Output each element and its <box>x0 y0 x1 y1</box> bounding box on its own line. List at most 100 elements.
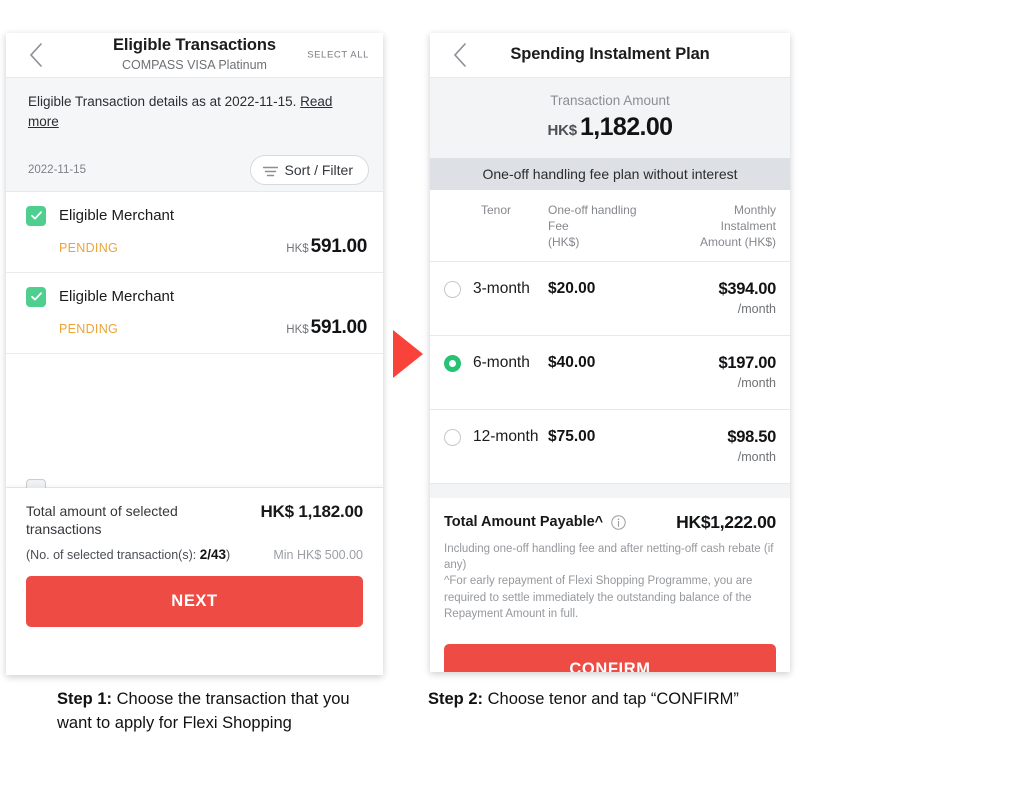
page-title: Spending Instalment Plan <box>510 45 710 64</box>
currency-label: HK$ <box>286 323 309 336</box>
transaction-header: Eligible Merchant <box>26 205 367 226</box>
monthly-header-line-3: Amount (HK$) <box>699 235 776 250</box>
transaction-detail: PENDING HK$ 591.00 <box>26 317 367 339</box>
back-chevron-icon[interactable] <box>452 42 468 68</box>
count-value: 2/43 <box>199 547 226 563</box>
transaction-list: Eligible Merchant PENDING HK$ 591.00 Elig… <box>6 191 383 499</box>
transaction-amount-value: HK$ 1,182.00 <box>430 113 790 142</box>
selected-count: (No. of selected transaction(s): 2/43) <box>26 547 230 562</box>
merchant-name: Eligible Merchant <box>59 207 175 224</box>
phone-step-2: Spending Instalment Plan Transaction Amo… <box>430 33 790 672</box>
fineprint-note-2: ^For early repayment of Flexi Shopping P… <box>444 575 753 620</box>
minimum-amount-note: Min HK$ 500.00 <box>273 548 363 563</box>
tenor-options-table: Tenor One-off handling Fee (HK$) Monthly… <box>430 190 790 484</box>
tenor-radio-6-month[interactable] <box>444 354 461 372</box>
fee-header-line-2: Fee <box>548 219 569 234</box>
tenor-label: 3-month <box>473 279 530 297</box>
status-badge: PENDING <box>59 321 119 336</box>
sort-filter-label: Sort / Filter <box>284 161 353 178</box>
list-sub-bar: 2022-11-15 Sort / Filter <box>6 148 383 192</box>
transaction-amount: HK$ 591.00 <box>286 317 367 339</box>
step2-title-block: Spending Instalment Plan <box>430 45 790 65</box>
summary-total-row: Total amount of selected transactions HK… <box>26 502 363 540</box>
merchant-name: Eligible Merchant <box>59 288 175 305</box>
transaction-detail: PENDING HK$ 591.00 <box>26 236 367 258</box>
step1-action-bar: NEXT <box>6 562 383 646</box>
step-2-caption-text: Choose tenor and tap “CONFIRM” <box>483 690 739 708</box>
selection-summary: Total amount of selected transactions HK… <box>6 487 383 563</box>
fineprint-note-1: Including one-off handling fee and after… <box>444 542 774 571</box>
instalment-amount: $197.00 <box>718 353 776 372</box>
currency-label: HK$ <box>286 242 309 255</box>
fee-header-line-3: (HK$) <box>548 235 580 250</box>
amount-value: 591.00 <box>310 235 368 257</box>
total-payable-row: Total Amount Payable^ HK$1,222.00 <box>444 512 776 533</box>
count-prefix: (No. of selected transaction(s): <box>26 548 200 563</box>
transaction-checkbox[interactable] <box>26 286 46 307</box>
tenor-radio-3-month[interactable] <box>444 280 461 298</box>
summary-total-amount: HK$ 1,182.00 <box>260 501 363 521</box>
instalment-cell: $98.50 /month <box>666 428 776 464</box>
step-2-caption: Step 2: Choose tenor and tap “CONFIRM” <box>428 688 808 712</box>
monthly-header-line-1: Monthly <box>733 203 776 217</box>
handling-fee-value: $75.00 <box>548 427 596 445</box>
step-1-caption-bold: Step 1: <box>57 690 113 708</box>
step-2-caption-bold: Step 2: <box>428 690 484 708</box>
step-arrow-icon <box>393 330 423 378</box>
handling-fee-value: $40.00 <box>548 353 596 371</box>
step1-nav-bar: Eligible Transactions COMPASS VISA Plati… <box>6 33 383 78</box>
table-row[interactable]: Eligible Merchant PENDING HK$ 591.00 <box>6 192 383 273</box>
handling-fee-value: $20.00 <box>548 279 596 297</box>
phone-step-1: Eligible Transactions COMPASS VISA Plati… <box>6 33 383 675</box>
instalment-amount: $394.00 <box>718 279 776 298</box>
select-all-button[interactable]: SELECT ALL <box>307 50 369 61</box>
table-row[interactable]: 6-month $40.00 $197.00 /month <box>430 336 790 410</box>
monthly-header-line-2: Instalment <box>720 219 776 234</box>
step2-action-bar: CONFIRM <box>430 634 790 672</box>
transaction-amount-label: Transaction Amount <box>550 93 670 108</box>
fee-header-line-1: One-off handling <box>548 203 637 217</box>
instalment-period: /month <box>737 301 776 316</box>
eligibility-notice: Eligible Transaction details as at 2022-… <box>6 78 383 149</box>
info-circle-icon[interactable] <box>611 514 626 530</box>
tenor-radio-12-month[interactable] <box>444 428 461 446</box>
summary-count-row: (No. of selected transaction(s): 2/43) M… <box>26 547 363 562</box>
tenor-label: 12-month <box>473 427 539 445</box>
transaction-checkbox[interactable] <box>26 205 46 226</box>
total-payable-amount: HK$1,222.00 <box>676 511 776 532</box>
transaction-header: Eligible Merchant <box>26 286 367 307</box>
filter-lines-icon <box>262 164 278 177</box>
transaction-date-label: 2022-11-15 <box>28 163 86 176</box>
notice-text: Eligible Transaction details as at 2022-… <box>28 94 301 109</box>
table-row[interactable]: 3-month $20.00 $394.00 /month <box>430 262 790 336</box>
sort-filter-button[interactable]: Sort / Filter <box>249 154 369 185</box>
column-header-tenor: Tenor <box>480 203 512 217</box>
total-payable-label: Total Amount Payable^ <box>444 514 604 531</box>
table-header-row: Tenor One-off handling Fee (HK$) Monthly… <box>430 190 790 262</box>
next-button[interactable]: NEXT <box>26 576 363 628</box>
transaction-amount-panel: Transaction Amount HK$ 1,182.00 <box>430 78 790 158</box>
transaction-amount: HK$ 591.00 <box>286 236 367 258</box>
instalment-cell: $394.00 /month <box>666 280 776 316</box>
step-1-caption: Step 1: Choose the transaction that you … <box>57 688 357 736</box>
total-payable-section: Total Amount Payable^ HK$1,222.00 Includ… <box>430 497 790 635</box>
instalment-amount: $98.50 <box>727 427 776 446</box>
confirm-button[interactable]: CONFIRM <box>444 644 776 672</box>
instalment-cell: $197.00 /month <box>666 354 776 390</box>
summary-label: Total amount of selected transactions <box>26 502 178 538</box>
amount-value: 1,182.00 <box>579 113 673 141</box>
table-row[interactable]: Eligible Merchant PENDING HK$ 591.00 <box>6 273 383 354</box>
table-row[interactable]: 12-month $75.00 $98.50 /month <box>430 410 790 484</box>
step2-nav-bar: Spending Instalment Plan <box>430 33 790 78</box>
status-badge: PENDING <box>59 240 119 255</box>
instalment-period: /month <box>737 449 776 464</box>
section-divider <box>430 483 790 498</box>
total-payable-label-group: Total Amount Payable^ <box>444 514 626 530</box>
list-empty-space <box>6 353 383 499</box>
instalment-period: /month <box>737 375 776 390</box>
amount-value: 591.00 <box>310 316 368 338</box>
payable-fineprint: Including one-off handling fee and after… <box>444 541 776 623</box>
back-chevron-icon[interactable] <box>28 42 44 68</box>
plan-type-banner: One-off handling fee plan without intere… <box>430 158 790 190</box>
column-header-fee: One-off handling Fee (HK$) <box>548 202 666 251</box>
